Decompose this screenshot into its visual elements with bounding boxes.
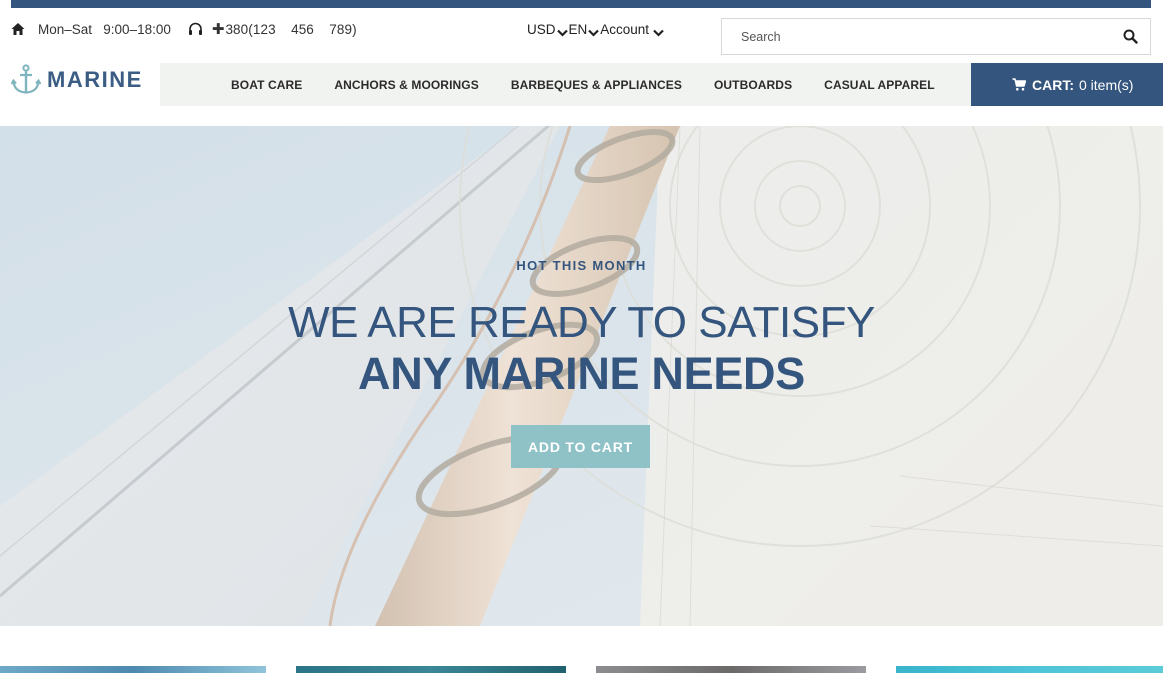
contact-bar: Mon–Sat 9:00–18:00 ✚ 380(123 456 789) (11, 19, 357, 39)
category-tile-image[interactable] (896, 666, 1163, 673)
account-menu[interactable]: Account (600, 22, 665, 37)
headset-icon (188, 22, 203, 37)
category-tile-image[interactable] (596, 666, 866, 673)
working-hours: Mon–Sat 9:00–18:00 (38, 21, 171, 37)
cart-icon (1012, 78, 1027, 91)
language-label: EN (568, 21, 588, 37)
language-select[interactable]: EN (569, 22, 601, 37)
hero-kicker: HOT THIS MONTH (516, 258, 647, 273)
cart-label: CART: (1032, 76, 1074, 93)
category-tile-image[interactable] (0, 666, 266, 673)
currency-select[interactable]: USD (527, 22, 569, 37)
currency-label: USD (527, 21, 556, 37)
main-nav: BOAT CARE ANCHORS & MOORINGS BARBEQUES &… (160, 63, 971, 106)
brand-name: MARINE (47, 67, 143, 92)
search-input[interactable] (722, 19, 1102, 54)
account-label: Account (600, 21, 650, 37)
nav-item-outboards[interactable]: OUTBOARDS (714, 78, 792, 92)
plus-icon: ✚ (211, 21, 225, 38)
cart-count: 0 item(s) (1079, 76, 1134, 93)
locale-selectors: USD EN Account (527, 19, 665, 39)
phone-number[interactable]: 380(123 456 789) (225, 22, 356, 37)
search-box (721, 18, 1151, 55)
home-icon[interactable] (11, 22, 25, 36)
hero-banner: HOT THIS MONTH WE ARE READY TO SATISFY A… (0, 126, 1163, 626)
nav-item-boat-care[interactable]: BOAT CARE (231, 78, 302, 92)
nav-item-casual-apparel[interactable]: CASUAL APPAREL (824, 78, 935, 92)
search-icon[interactable] (1123, 29, 1138, 44)
nav-item-barbeques-appliances[interactable]: BARBEQUES & APPLIANCES (511, 78, 682, 92)
hero-headline-line2: ANY MARINE NEEDS (358, 348, 805, 399)
cart-button[interactable]: CART: 0 item(s) (971, 63, 1163, 106)
hero-content: HOT THIS MONTH WE ARE READY TO SATISFY A… (0, 126, 1163, 626)
nav-item-anchors-moorings[interactable]: ANCHORS & MOORINGS (334, 78, 478, 92)
anchor-icon (10, 64, 42, 96)
category-tile-image[interactable] (296, 666, 566, 673)
add-to-cart-button[interactable]: ADD TO CART (511, 425, 650, 468)
logo[interactable]: MARINE (10, 64, 143, 96)
hero-headline-line1: WE ARE READY TO SATISFY (288, 298, 875, 347)
top-accent-stripe (11, 0, 1151, 8)
chevron-down-icon (556, 25, 568, 37)
chevron-down-icon (653, 25, 664, 37)
chevron-down-icon (588, 25, 600, 37)
